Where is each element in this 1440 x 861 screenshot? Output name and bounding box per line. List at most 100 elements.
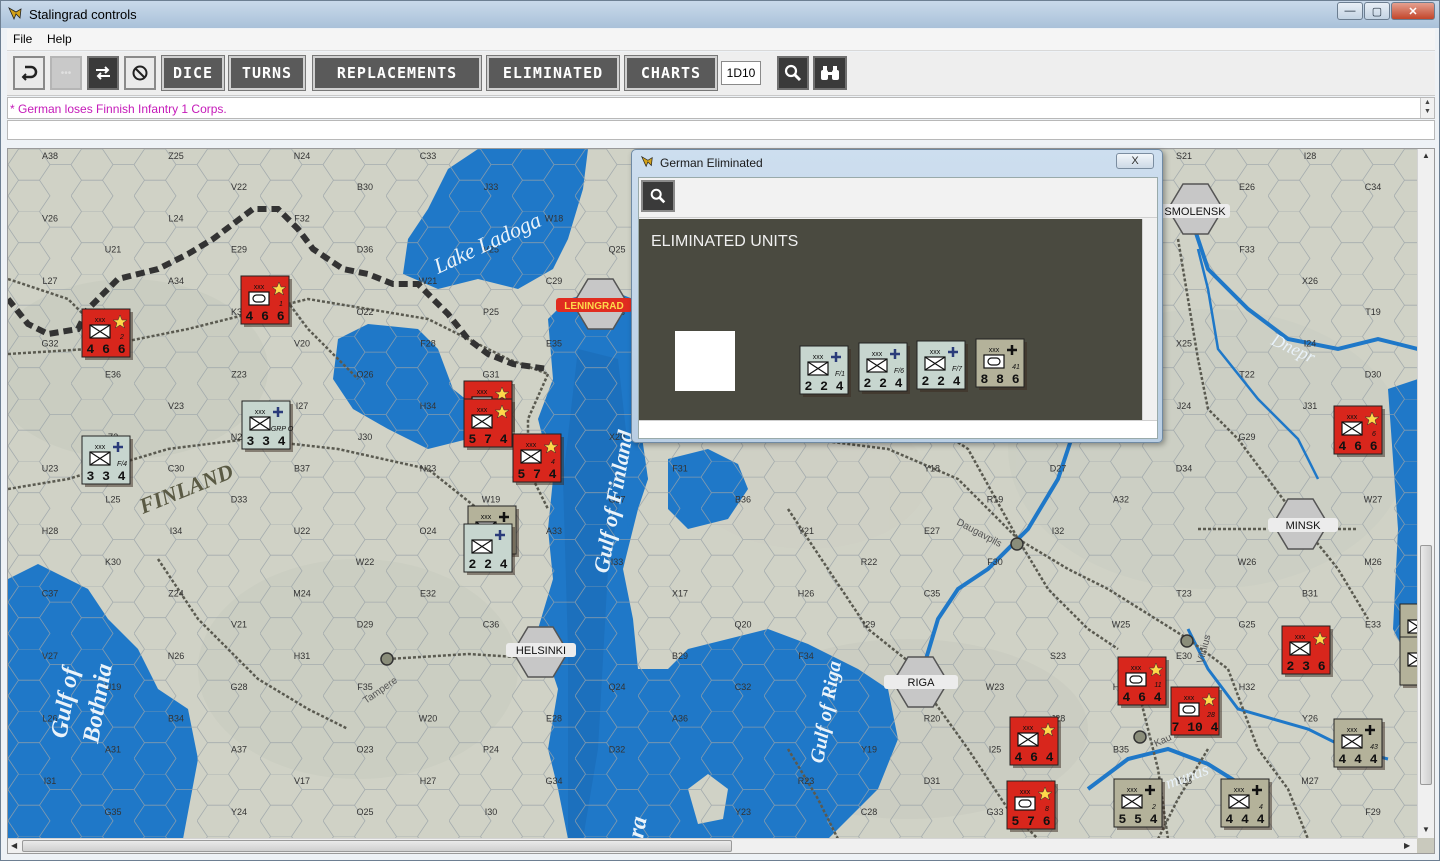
hex-id-label: H31 [294,651,311,661]
hex-id-label: B31 [1302,589,1318,599]
hex-id-label: D36 [357,245,374,255]
sync-button[interactable] [87,56,119,90]
hex-id-label: S21 [1176,151,1192,161]
hex-id-label: E30 [1176,651,1192,661]
turns-button[interactable]: TURNS [229,56,305,90]
hex-id-label: J33 [484,182,499,192]
hex-id-label: D29 [357,620,374,630]
unit-size: xxx [1131,665,1142,672]
hex-id-label: O25 [356,807,373,817]
unit-counter[interactable]: xxx 114 6 4 [1117,656,1169,708]
unit-id: 4 [1259,804,1263,811]
hex-id-label: B35 [1113,745,1129,755]
map-horizontal-thumb[interactable] [22,840,732,852]
hex-id-label: I28 [1304,151,1317,161]
unit-counter[interactable]: xxx F/72 2 4 [916,340,968,392]
undo-button[interactable] [13,56,45,90]
zoom-button[interactable] [777,56,809,90]
unit-values: 5 7 4 [517,467,556,482]
map-vertical-thumb[interactable] [1420,545,1432,785]
chat-message: * German loses Finnish Infantry 1 Corps. [10,102,227,116]
unit-counter[interactable]: xxx 85 7 6 [1006,780,1058,832]
charts-button[interactable]: CHARTS [625,56,717,90]
eliminated-units-stack[interactable]: xxxF/12 2 4xxxF/62 2 4xxxF/72 2 4xxx418 … [639,219,1142,420]
hex-id-label: W21 [419,276,438,286]
unit-counter[interactable]: xxx 434 4 4 [1333,718,1385,770]
chat-input[interactable] [7,120,1435,140]
replacements-button[interactable]: REPLACEMENTS [313,56,481,90]
eliminated-button[interactable]: ELIMINATED [487,56,619,90]
unit-counter[interactable]: xxx 4 6 4 [1009,716,1061,768]
dialog-zoom-button[interactable] [641,180,675,212]
hex-id-label: E29 [231,245,247,255]
binoculars-button[interactable] [813,56,847,90]
hex-id-label: P24 [483,745,499,755]
hex-id-label: K30 [105,557,121,567]
step-button[interactable]: ••• [50,56,82,90]
hex-id-label: X25 [1176,339,1192,349]
unit-id: F/1 [835,371,845,378]
hex-id-label: F34 [798,651,814,661]
unit-counter[interactable]: xxx 44 4 4 [1220,778,1272,830]
unit-counter[interactable]: 2 2 4 [463,523,515,575]
unit-size: xxx [1127,787,1138,794]
map-vertical-scrollbar[interactable]: ▲ ▼ [1417,149,1434,838]
hex-id-label: F31 [672,464,688,474]
unit-counter[interactable]: 4 [1399,636,1434,688]
dialog-close-button[interactable]: X [1116,153,1154,169]
hex-id-label: Q24 [608,682,625,692]
hex-id-label: W26 [1238,557,1257,567]
unit-values: 3 3 4 [86,469,125,484]
hex-id-label: P25 [483,307,499,317]
hex-id-label: W22 [356,557,375,567]
unit-counter[interactable]: xxx 2 3 6 [1281,625,1333,677]
unit-counter[interactable]: xxx 24 6 6 [81,308,133,360]
unit-counter[interactable]: xxx 14 6 6 [240,275,292,327]
menu-file[interactable]: File [13,32,32,46]
hex-id-label: I31 [44,776,57,786]
chat-scrollbar[interactable]: ▲ ▼ [1420,98,1434,118]
hex-id-label: O22 [356,307,373,317]
unit-size: xxx [95,317,106,324]
german-eliminated-dialog[interactable]: German Eliminated X ELIMINATED UNITS xxx… [631,149,1163,443]
hex-id-label: G25 [1238,620,1255,630]
scroll-left-icon[interactable]: ◀ [11,841,17,850]
map-horizontal-scrollbar[interactable]: ◀ ▶ [8,838,1417,853]
die-type-label[interactable]: 1D10 [721,61,761,85]
unit-counter[interactable]: xxx GRP O3 3 4 [241,400,294,452]
unit-counter[interactable]: xxx 45 7 4 [512,433,564,485]
swap-arrows-icon [96,66,110,80]
maximize-button[interactable]: ▢ [1364,2,1390,20]
unit-counter[interactable]: xxx F/12 2 4 [799,345,851,397]
unit-counter[interactable]: xxx 5 7 4 [463,398,515,450]
unit-size: xxx [989,347,1000,354]
dice-button[interactable]: DICE [162,56,224,90]
scroll-right-icon[interactable]: ▶ [1404,841,1410,850]
city-label-helsinki: HELSINKI [516,645,566,657]
hex-id-label: E36 [105,370,121,380]
city-label-leningrad: LENINGRAD [564,301,623,312]
unit-size: xxx [1020,789,1031,796]
minimize-button[interactable]: — [1337,2,1363,20]
scroll-down-icon[interactable]: ▼ [1422,825,1430,834]
unit-counter[interactable]: xxx F/62 2 4 [858,342,910,394]
hex-id-label: Y26 [1302,714,1318,724]
unit-counter[interactable]: xxx 25 5 4 [1113,778,1165,830]
hex-id-label: G29 [1238,432,1255,442]
unit-counter[interactable]: xxx 287 10 4 [1170,686,1222,738]
chat-log[interactable]: * German loses Finnish Infantry 1 Corps.… [7,97,1435,119]
town-marker [380,652,394,666]
block-button[interactable] [124,56,156,90]
unit-counter[interactable]: xxx 418 8 6 [975,338,1027,390]
menu-help[interactable]: Help [47,32,72,46]
scroll-up-icon[interactable]: ▲ [1422,151,1430,160]
unit-counter[interactable]: xxx 64 6 6 [1333,405,1385,457]
unit-size: xxx [930,349,941,356]
eliminated-units-panel[interactable]: ELIMINATED UNITS xxx F/1 2 2 4 xxx F/6 2 2 4x… [639,219,1142,420]
unit-counter[interactable]: xxx F/43 3 4 [81,435,133,487]
unit-values: 2 2 4 [921,374,960,389]
dialog-scrollbar[interactable] [1142,219,1156,420]
hex-id-label: D33 [231,495,248,505]
close-button[interactable]: ✕ [1391,2,1435,20]
hex-id-label: Q25 [608,245,625,255]
